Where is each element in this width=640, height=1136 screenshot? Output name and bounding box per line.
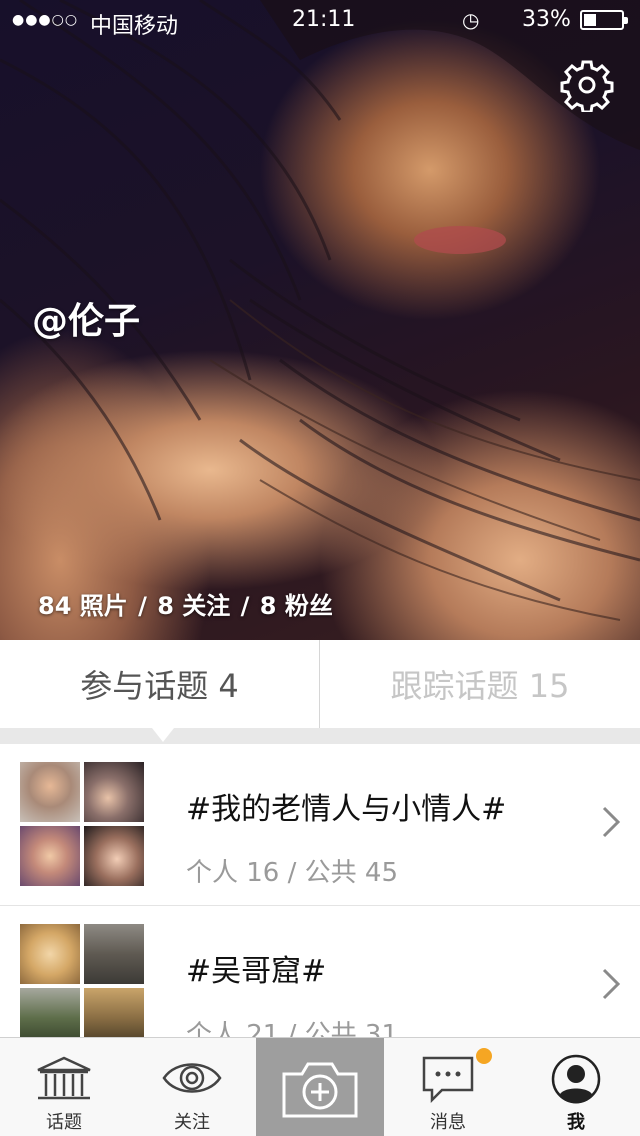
list-item[interactable]: #吴哥窟# 个人 21 / 公共 31 bbox=[0, 906, 640, 1037]
section-divider bbox=[0, 728, 640, 744]
tab-label: 我 bbox=[567, 1112, 585, 1133]
thumbnail-image bbox=[84, 826, 144, 886]
chat-bubble-icon bbox=[422, 1056, 474, 1104]
tab-joined-topics[interactable]: 参与话题 4 bbox=[0, 640, 320, 728]
eye-icon bbox=[162, 1063, 222, 1093]
carrier-label: 中国移动 bbox=[90, 14, 179, 39]
active-tab-indicator bbox=[152, 728, 174, 742]
chevron-right-icon bbox=[602, 806, 621, 838]
topic-list: #我的老情人与小情人# 个人 16 / 公共 45 #吴哥窟# 个人 21 / … bbox=[0, 744, 640, 1037]
tab-topics[interactable]: 话题 bbox=[0, 1038, 128, 1136]
camera-add-icon bbox=[282, 1062, 358, 1118]
profile-stats: 84 照片 / 8 关注 / 8 粉丝 bbox=[38, 586, 335, 621]
stats-separator: / bbox=[240, 592, 250, 620]
tab-following[interactable]: 关注 bbox=[128, 1038, 256, 1136]
thumbnail-image bbox=[20, 924, 80, 984]
photos-count[interactable]: 84 照片 bbox=[38, 592, 128, 620]
tab-me[interactable]: 我 bbox=[512, 1038, 640, 1136]
status-bar: ●●●○○ 中国移动 21:11 ◷ 33% bbox=[0, 0, 640, 40]
thumbnail-image bbox=[20, 762, 80, 822]
chevron-right-icon bbox=[602, 968, 621, 1000]
profile-username: @伦子 bbox=[32, 301, 141, 342]
topic-title: #我的老情人与小情人# bbox=[186, 792, 507, 827]
tab-camera-add[interactable] bbox=[256, 1038, 384, 1136]
thumbnail-image bbox=[20, 988, 80, 1037]
topic-tabs: 参与话题 4 跟踪话题 15 bbox=[0, 640, 640, 728]
topic-title: #吴哥窟# bbox=[186, 954, 327, 989]
tab-label: 消息 bbox=[430, 1112, 466, 1133]
tab-tracked-topics[interactable]: 跟踪话题 15 bbox=[320, 640, 640, 728]
thumbnail-image bbox=[20, 826, 80, 886]
alarm-icon: ◷ bbox=[462, 8, 480, 32]
signal-icon: ●●●○○ bbox=[12, 12, 79, 28]
topic-counts: 个人 21 / 公共 31 bbox=[186, 1020, 398, 1037]
topic-thumbnail-grid bbox=[20, 762, 144, 886]
battery-fill bbox=[584, 14, 596, 26]
topic-thumbnail-grid bbox=[20, 924, 144, 1037]
thumbnail-image bbox=[84, 762, 144, 822]
avatar-icon bbox=[551, 1054, 601, 1104]
battery-icon bbox=[580, 10, 628, 30]
status-time: 21:11 bbox=[292, 7, 356, 32]
stats-separator: / bbox=[138, 592, 147, 620]
thumbnail-image bbox=[84, 924, 144, 984]
thumbnail-image bbox=[84, 988, 144, 1037]
notification-dot bbox=[476, 1048, 492, 1064]
battery-percent: 33% bbox=[522, 7, 571, 32]
topic-counts: 个人 16 / 公共 45 bbox=[186, 858, 398, 888]
tab-label: 关注 bbox=[174, 1112, 210, 1133]
battery-nub bbox=[624, 17, 628, 24]
tab-messages[interactable]: 消息 bbox=[384, 1038, 512, 1136]
profile-cover-photo: ●●●○○ 中国移动 21:11 ◷ 33% @伦子 84 照片 / 8 关注 … bbox=[0, 0, 640, 640]
followers-count[interactable]: 8 粉丝 bbox=[260, 592, 333, 620]
list-item[interactable]: #我的老情人与小情人# 个人 16 / 公共 45 bbox=[0, 744, 640, 906]
pillars-icon bbox=[37, 1056, 91, 1100]
bottom-tab-bar: 话题 关注 消息 我 bbox=[0, 1037, 640, 1136]
settings-gear-icon[interactable] bbox=[560, 58, 614, 112]
following-count[interactable]: 8 关注 bbox=[157, 592, 230, 620]
tab-label: 话题 bbox=[46, 1112, 82, 1133]
